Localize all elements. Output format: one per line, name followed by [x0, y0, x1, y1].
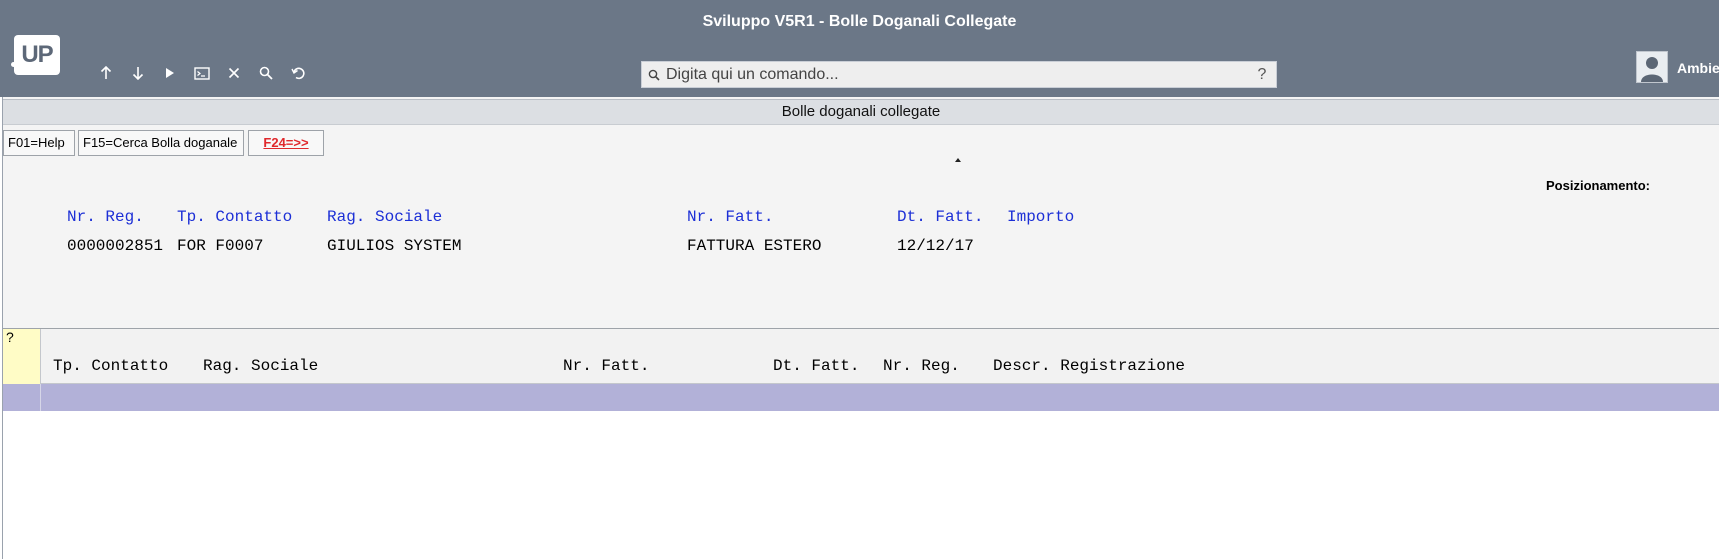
search-icon[interactable]	[255, 62, 277, 84]
arrow-down-icon[interactable]	[127, 62, 149, 84]
header-rag-sociale: Rag. Sociale	[327, 208, 443, 226]
app-title: Sviluppo V5R1 - Bolle Doganali Collegate	[702, 13, 1017, 30]
col-rag-sociale[interactable]: Rag. Sociale	[203, 357, 318, 375]
command-search-box[interactable]: ?	[641, 61, 1277, 88]
header-nr-fatt: Nr. Fatt.	[687, 208, 774, 226]
search-icon	[648, 68, 662, 82]
terminal-icon[interactable]	[191, 62, 213, 84]
f01-help-button[interactable]: F01=Help	[3, 130, 75, 156]
row-select-cell[interactable]	[3, 384, 41, 411]
command-help-button[interactable]: ?	[1252, 66, 1272, 84]
value-tp-contatto: FOR F0007	[177, 237, 264, 255]
up-logo[interactable]: UP	[14, 35, 60, 75]
header-importo: Importo	[1007, 208, 1075, 226]
f24-more-button[interactable]: F24=>>	[248, 130, 324, 156]
col-dt-fatt[interactable]: Dt. Fatt.	[773, 357, 859, 375]
col-descr-registrazione[interactable]: Descr. Registrazione	[993, 357, 1185, 375]
select-column-header[interactable]: ?	[3, 329, 41, 384]
col-nr-reg[interactable]: Nr. Reg.	[883, 357, 960, 375]
value-dt-fatt: 12/12/17	[897, 237, 974, 255]
arrow-up-icon[interactable]	[95, 62, 117, 84]
caret-up-icon[interactable]	[955, 158, 961, 162]
play-icon[interactable]	[159, 62, 181, 84]
value-nr-fatt: FATTURA ESTERO	[687, 237, 822, 255]
f15-search-button[interactable]: F15=Cerca Bolla doganale	[78, 130, 244, 156]
logo-dot	[11, 62, 16, 67]
header-dt-fatt: Dt. Fatt.	[897, 208, 984, 226]
positioning-label: Posizionamento:	[1546, 178, 1651, 193]
user-avatar-icon[interactable]	[1636, 51, 1668, 83]
environment-label[interactable]: Ambie	[1677, 60, 1719, 76]
undo-icon[interactable]	[287, 62, 309, 84]
header-tp-contatto: Tp. Contatto	[177, 208, 293, 226]
window-title: Bolle doganali collegate	[3, 99, 1719, 125]
close-icon[interactable]	[223, 62, 245, 84]
col-tp-contatto[interactable]: Tp. Contatto	[53, 357, 168, 375]
header-nr-reg: Nr. Reg.	[67, 208, 144, 226]
value-nr-reg: 0000002851	[67, 237, 164, 255]
table-row[interactable]	[3, 384, 1719, 411]
col-nr-fatt[interactable]: Nr. Fatt.	[563, 357, 649, 375]
command-input[interactable]	[662, 62, 1252, 87]
value-rag-sociale: GIULIOS SYSTEM	[327, 237, 462, 255]
